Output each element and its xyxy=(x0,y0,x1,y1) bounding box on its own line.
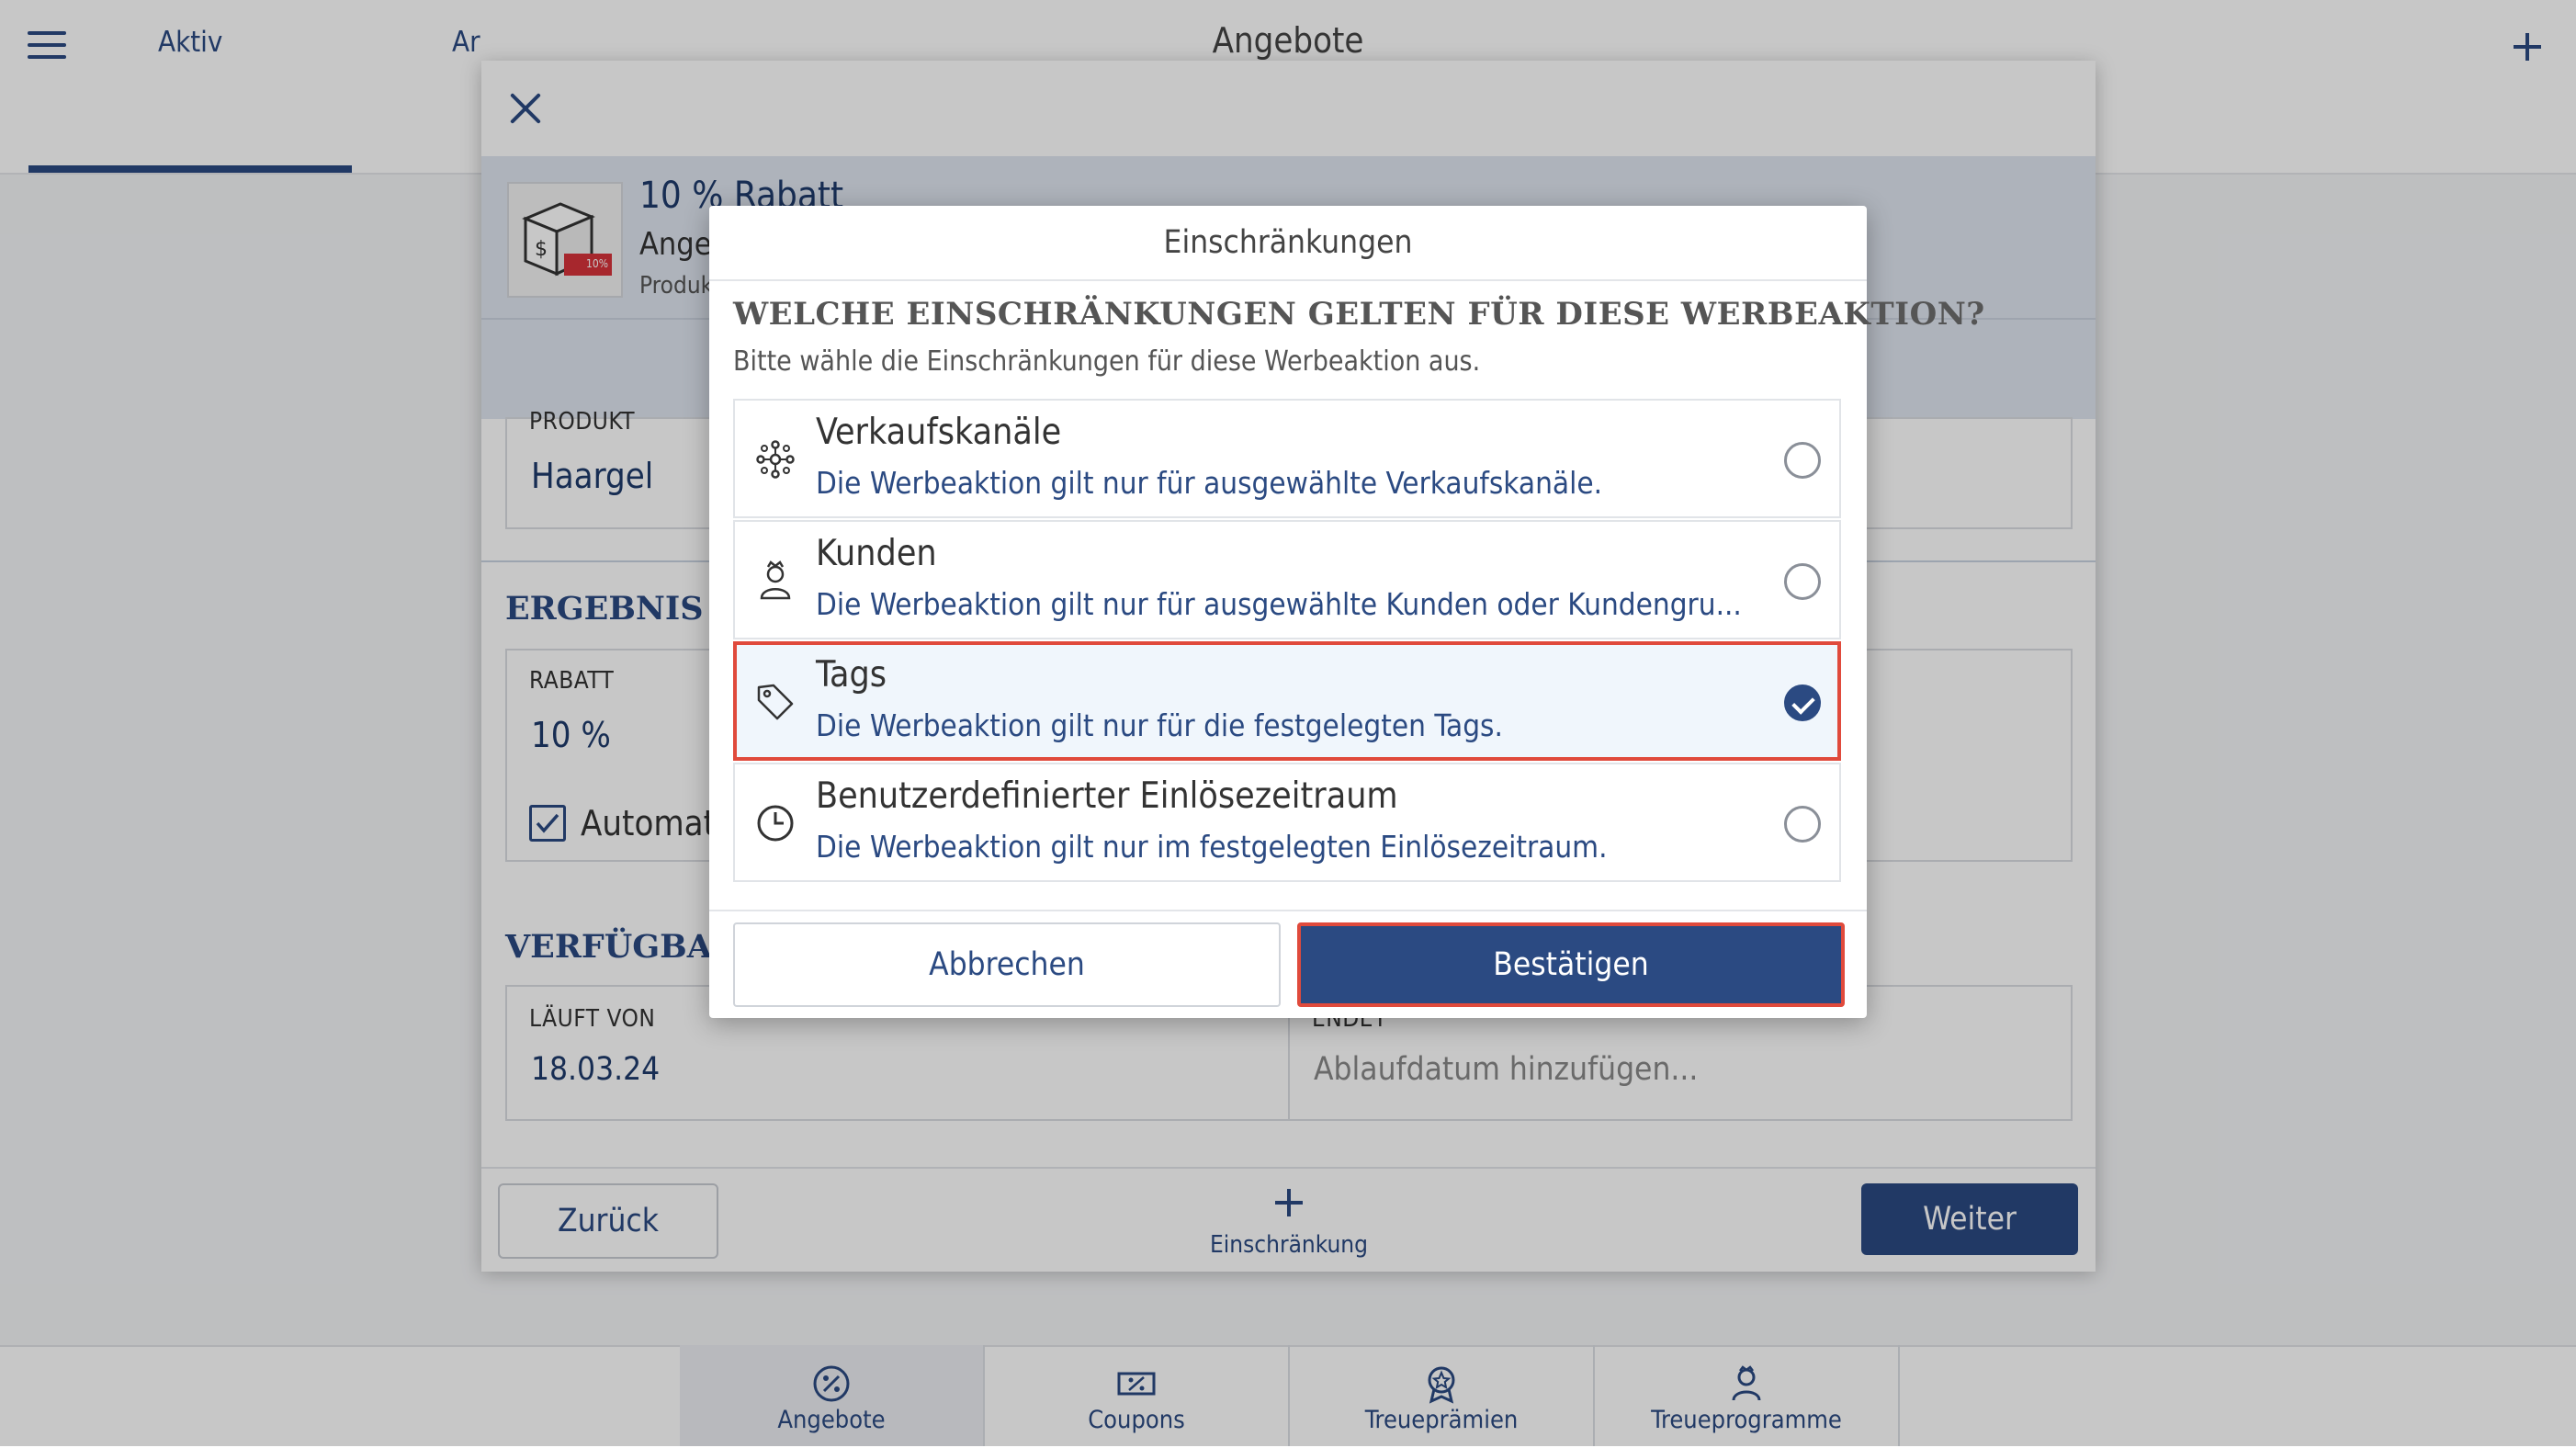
option-description: Die Werbeaktion gilt nur im festgelegten… xyxy=(816,829,1608,865)
sales-channels-icon xyxy=(756,440,795,479)
option-description: Die Werbeaktion gilt nur für ausgewählte… xyxy=(816,465,1603,501)
option-title: Kunden xyxy=(816,533,937,574)
option-tags[interactable]: Tags Die Werbeaktion gilt nur für die fe… xyxy=(733,641,1841,761)
dialog-title: Einschränkungen xyxy=(1163,224,1413,261)
option-radio[interactable] xyxy=(1784,563,1821,600)
option-radio[interactable] xyxy=(1784,442,1821,479)
customer-icon xyxy=(760,560,791,600)
clock-icon xyxy=(757,805,794,842)
option-radio[interactable] xyxy=(1784,806,1821,843)
option-description: Die Werbeaktion gilt nur für ausgewählte… xyxy=(816,586,1742,622)
option-einloesezeitraum[interactable]: Benutzerdefinierter Einlösezeitraum Die … xyxy=(733,763,1841,882)
dialog-hint: Bitte wähle die Einschränkungen für dies… xyxy=(733,345,1481,378)
cancel-button[interactable]: Abbrechen xyxy=(733,922,1281,1007)
option-title: Benutzerdefinierter Einlösezeitraum xyxy=(816,775,1398,817)
footer-divider xyxy=(709,910,1867,911)
dialog-question: WELCHE EINSCHRÄNKUNGEN GELTEN FÜR DIESE … xyxy=(733,296,1985,333)
tag-icon xyxy=(757,684,794,720)
option-title: Tags xyxy=(816,654,887,696)
option-title: Verkaufskanäle xyxy=(816,412,1062,453)
confirm-button[interactable]: Bestätigen xyxy=(1297,922,1845,1007)
option-radio-checked[interactable] xyxy=(1784,684,1821,721)
title-divider xyxy=(709,279,1867,281)
option-kunden[interactable]: Kunden Die Werbeaktion gilt nur für ausg… xyxy=(733,520,1841,639)
option-verkaufskanaele[interactable]: Verkaufskanäle Die Werbeaktion gilt nur … xyxy=(733,399,1841,518)
option-description: Die Werbeaktion gilt nur für die festgel… xyxy=(816,707,1503,743)
